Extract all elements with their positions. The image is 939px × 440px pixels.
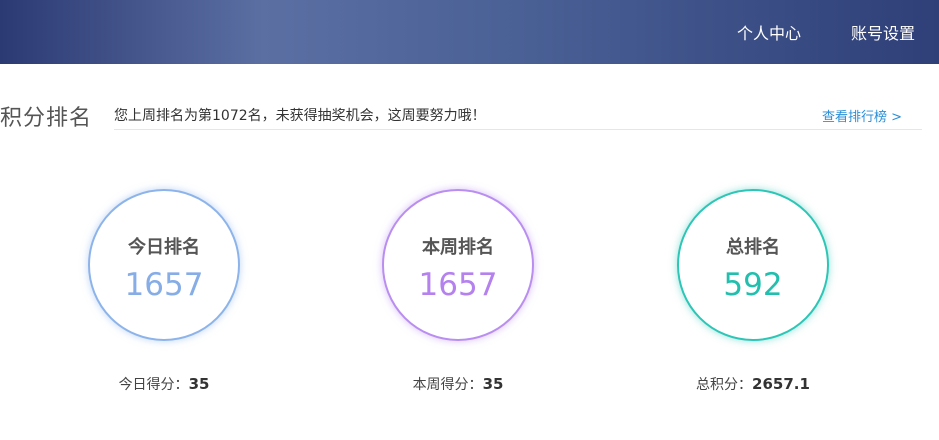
total-score-label: 总积分：: [696, 377, 753, 393]
week-rank-value: 1657: [418, 267, 498, 303]
top-header: 个人中心 账号设置: [0, 0, 939, 64]
total-rank-label: 总排名: [726, 237, 780, 258]
week-score: 本周得分：35: [358, 374, 558, 394]
nav-account-settings-link[interactable]: 账号设置: [851, 20, 915, 44]
week-rank-label: 本周排名: [422, 237, 494, 258]
week-score-label: 本周得分：: [412, 377, 483, 393]
today-score: 今日得分：35: [64, 374, 264, 394]
notice-bar: 您上周排名为第1072名，未获得抽奖机会，这周要努力哦！ 查看排行榜 >: [114, 100, 922, 130]
today-score-value: 35: [188, 375, 210, 393]
section-title: 积分排名: [0, 106, 93, 131]
total-score-value: 2657.1: [752, 375, 810, 393]
today-rank-value: 1657: [124, 267, 204, 303]
notice-text: 您上周排名为第1072名，未获得抽奖机会，这周要努力哦！: [114, 108, 486, 124]
view-leaderboard-link[interactable]: 查看排行榜 >: [822, 106, 902, 125]
week-score-value: 35: [482, 375, 504, 393]
total-rank-circle: 总排名 592: [677, 189, 829, 341]
nav-personal-center-link[interactable]: 个人中心: [737, 20, 801, 44]
total-score: 总积分：2657.1: [653, 374, 853, 394]
total-rank-value: 592: [723, 267, 783, 303]
header-nav: 个人中心 账号设置: [687, 0, 915, 64]
today-rank-label: 今日排名: [128, 237, 200, 258]
week-rank-circle: 本周排名 1657: [382, 189, 534, 341]
today-rank-circle: 今日排名 1657: [88, 189, 240, 341]
today-score-label: 今日得分：: [118, 377, 189, 393]
